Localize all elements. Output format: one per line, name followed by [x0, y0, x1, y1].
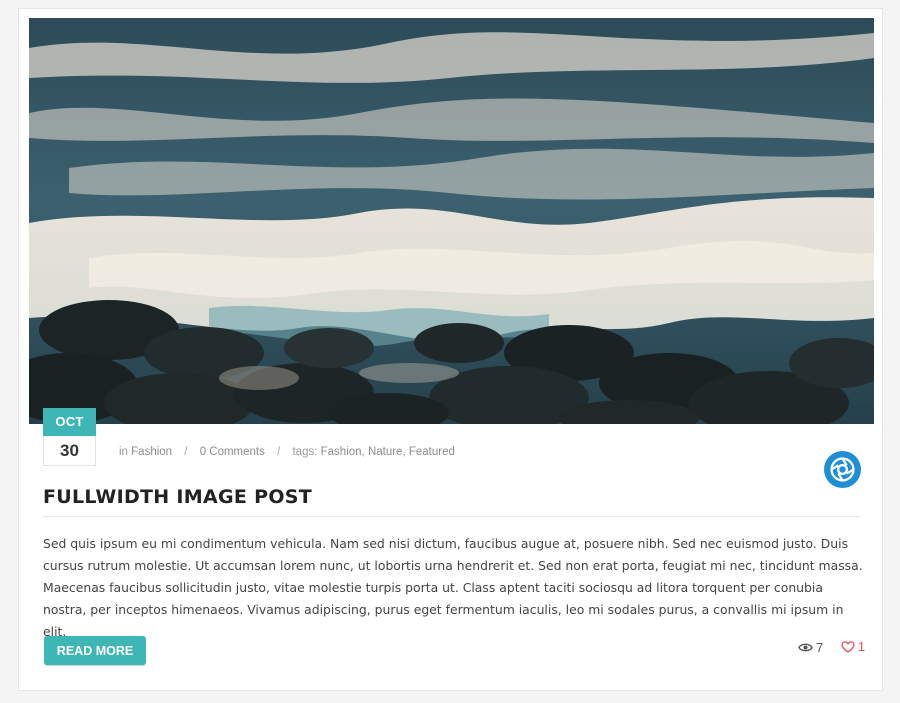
meta-category-prefix: in: [119, 446, 128, 458]
meta-comments-link[interactable]: 0 Comments: [200, 446, 265, 458]
post-date-badge: OCT 30: [43, 408, 96, 466]
meta-separator: /: [277, 446, 281, 458]
views-count: 7: [816, 639, 824, 655]
meta-tags-label: tags:: [292, 446, 318, 458]
post-date-month: OCT: [43, 408, 96, 436]
meta-separator: /: [184, 446, 188, 458]
meta-category-link[interactable]: Fashion: [131, 446, 172, 458]
post-meta: in Fashion / 0 Comments / tags: Fashion,…: [119, 446, 455, 458]
image-format-icon: [824, 451, 861, 488]
post-date-day: 30: [43, 436, 96, 466]
post-views: 7: [798, 640, 823, 655]
meta-tag-link[interactable]: Nature: [368, 446, 403, 458]
heart-icon: [841, 640, 855, 653]
likes-count: 1: [857, 639, 866, 654]
meta-tag-link[interactable]: Fashion: [321, 446, 362, 458]
post-excerpt: Sed quis ipsum eu mi condimentum vehicul…: [43, 536, 863, 639]
title-divider: [43, 516, 860, 517]
post-stats: 7 1: [798, 639, 865, 656]
ocean-waves-photo: [29, 18, 874, 424]
post-card: OCT 30 in Fashion / 0 Comments / tags: F…: [18, 8, 883, 691]
meta-tag-link[interactable]: Featured: [409, 446, 455, 458]
post-featured-image[interactable]: [29, 18, 874, 424]
like-button[interactable]: 1: [841, 639, 865, 654]
read-more-button[interactable]: READ MORE: [44, 636, 146, 665]
post-title[interactable]: FULLWIDTH IMAGE POST: [43, 486, 312, 508]
aperture-icon: [830, 457, 855, 482]
eye-icon: [798, 643, 813, 651]
